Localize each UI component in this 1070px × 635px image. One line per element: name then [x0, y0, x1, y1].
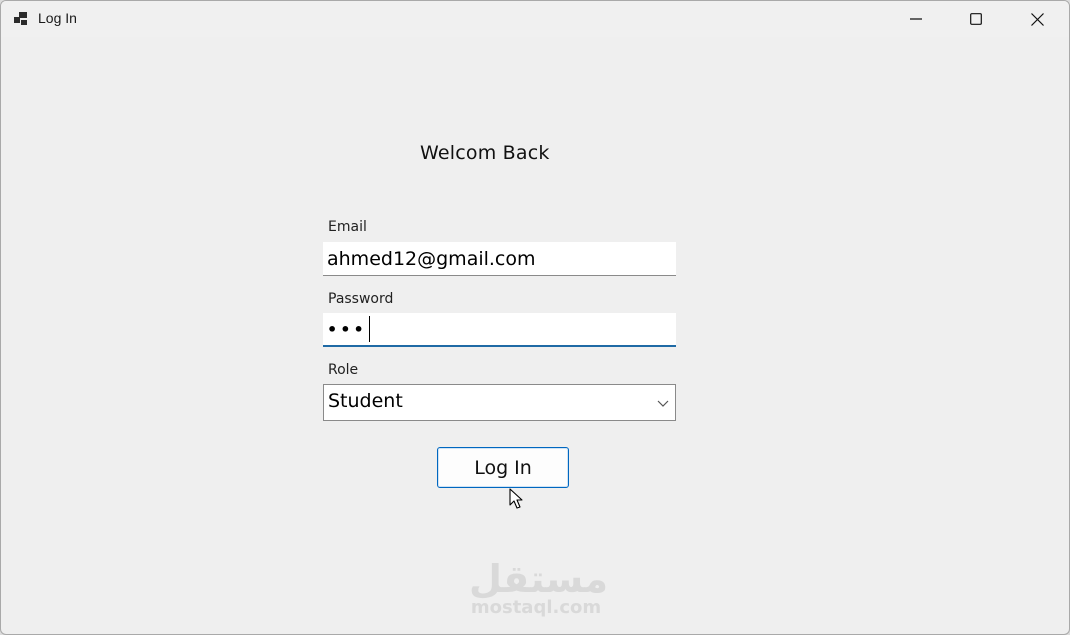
role-dropdown[interactable]: Student: [323, 384, 676, 421]
role-selected-value: Student: [328, 390, 403, 412]
password-field[interactable]: •••: [323, 313, 676, 347]
mouse-pointer-icon: [509, 488, 523, 509]
login-button[interactable]: Log In: [437, 447, 569, 488]
close-icon: [1030, 12, 1044, 26]
login-window: Log In Welcom Back Email Password ••• Ro…: [0, 0, 1070, 635]
window-title: Log In: [38, 10, 77, 26]
watermark: مستقل mostaql.com: [469, 557, 608, 618]
password-masked-value: •••: [327, 319, 367, 339]
minimize-icon: [910, 18, 922, 20]
email-label: Email: [328, 219, 367, 235]
email-field[interactable]: [323, 242, 676, 276]
password-label: Password: [328, 291, 394, 307]
app-window-icon: [14, 12, 27, 25]
watermark-logo: مستقل: [469, 557, 608, 601]
title-bar[interactable]: Log In: [1, 1, 1069, 37]
maximize-icon: [970, 13, 982, 25]
welcome-heading: Welcom Back: [420, 142, 550, 164]
role-label: Role: [328, 362, 359, 378]
chevron-down-icon[interactable]: [657, 398, 669, 408]
text-caret: [368, 316, 370, 342]
watermark-url: mostaql.com: [470, 597, 602, 618]
maximize-button[interactable]: [946, 1, 1006, 37]
close-button[interactable]: [1007, 1, 1067, 37]
minimize-button[interactable]: [886, 1, 946, 37]
